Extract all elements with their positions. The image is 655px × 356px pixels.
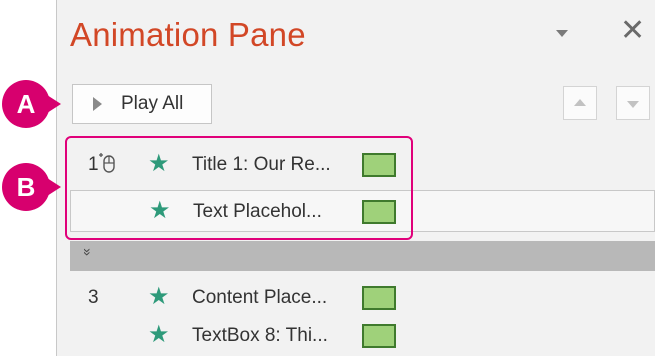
animation-number: 3 — [88, 287, 99, 308]
move-up-button[interactable] — [563, 86, 597, 120]
chevron-down-icon[interactable] — [556, 30, 568, 37]
effect-timing-bar[interactable] — [362, 324, 396, 348]
move-down-button[interactable] — [616, 86, 650, 120]
callout-a: A — [2, 80, 50, 128]
callout-b-arrow — [47, 178, 61, 196]
highlight-box — [65, 136, 413, 240]
animation-label: TextBox 8: Thi... — [192, 325, 328, 346]
pane-title: Animation Pane — [70, 16, 306, 53]
close-icon[interactable]: ✕ — [620, 14, 645, 48]
play-icon — [93, 97, 102, 111]
callout-a-arrow — [47, 95, 61, 113]
animation-row[interactable]: 3 ★ Content Place... — [70, 278, 655, 318]
callout-b: B — [2, 163, 50, 211]
animation-row[interactable]: ★ TextBox 8: Thi... — [70, 316, 655, 356]
animation-label: Content Place... — [192, 287, 328, 308]
star-icon: ★ — [148, 321, 170, 348]
expand-contents-bar[interactable]: » — [70, 241, 655, 271]
star-icon: ★ — [148, 283, 170, 310]
effect-timing-bar[interactable] — [362, 286, 396, 310]
play-all-button[interactable]: Play All — [72, 84, 212, 124]
play-all-label: Play All — [121, 93, 184, 114]
double-chevron-down-icon: » — [79, 248, 96, 256]
